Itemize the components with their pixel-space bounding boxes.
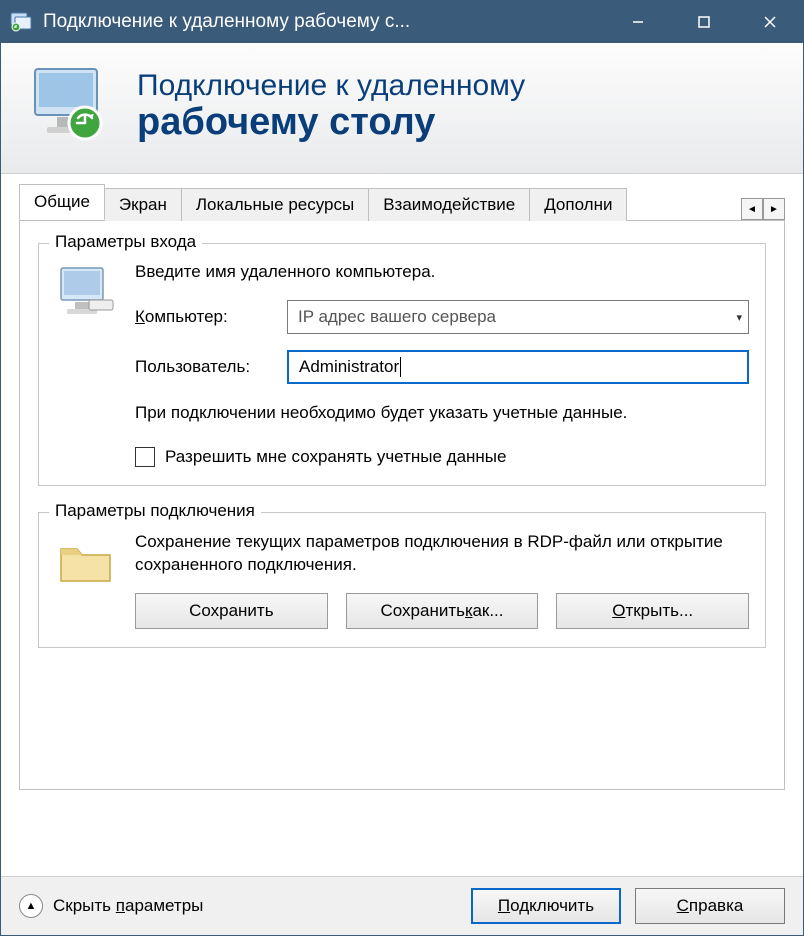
connection-settings-group: Параметры подключения Сохранение текущих… bbox=[38, 512, 766, 648]
computer-combobox[interactable]: IP адрес вашего сервера ▾ bbox=[287, 300, 749, 334]
minimize-button[interactable] bbox=[605, 1, 671, 43]
tab-advanced[interactable]: Дополни bbox=[530, 188, 627, 221]
computer-label: Компьютер: bbox=[135, 307, 275, 327]
save-as-button[interactable]: Сохранить как... bbox=[346, 593, 539, 629]
header: Подключение к удаленному рабочему столу bbox=[1, 43, 803, 174]
chevron-down-icon: ▾ bbox=[736, 311, 742, 324]
login-settings-group: Параметры входа Введите имя удаленного к… bbox=[38, 243, 766, 486]
login-instruction: Введите имя удаленного компьютера. bbox=[135, 262, 749, 282]
username-value: Administrator bbox=[299, 357, 399, 377]
username-field[interactable]: Administrator bbox=[287, 350, 749, 384]
header-title-group: Подключение к удаленному рабочему столу bbox=[137, 69, 525, 144]
tab-scroll-right[interactable]: ► bbox=[763, 198, 785, 220]
close-button[interactable] bbox=[737, 1, 803, 43]
rdp-logo-icon bbox=[25, 61, 115, 151]
bottom-bar: ▲ Скрыть параметры Подключить Справка bbox=[1, 876, 803, 935]
collapse-options-button[interactable]: ▲ bbox=[19, 894, 43, 918]
connection-description: Сохранение текущих параметров подключени… bbox=[135, 531, 749, 577]
rdp-window: Подключение к удаленному рабочему с... bbox=[0, 0, 804, 936]
window-controls bbox=[605, 1, 803, 43]
tab-general[interactable]: Общие bbox=[19, 184, 105, 220]
app-icon bbox=[9, 10, 33, 34]
folder-icon bbox=[55, 531, 117, 629]
connect-button[interactable]: Подключить bbox=[471, 888, 621, 924]
tab-area: Общие Экран Локальные ресурсы Взаимодейс… bbox=[1, 174, 803, 790]
tab-content: Параметры входа Введите имя удаленного к… bbox=[19, 220, 785, 790]
username-label: Пользователь: bbox=[135, 357, 275, 377]
computer-value: IP адрес вашего сервера bbox=[298, 307, 736, 327]
tab-row: Общие Экран Локальные ресурсы Взаимодейс… bbox=[19, 186, 785, 220]
text-caret bbox=[400, 357, 401, 377]
computer-icon bbox=[55, 262, 117, 467]
maximize-button[interactable] bbox=[671, 1, 737, 43]
open-button[interactable]: Открыть... bbox=[556, 593, 749, 629]
tab-local-resources[interactable]: Локальные ресурсы bbox=[182, 188, 369, 221]
tab-scroll-buttons: ◄ ► bbox=[741, 198, 785, 220]
tab-display[interactable]: Экран bbox=[105, 188, 182, 221]
credentials-note: При подключении необходимо будет указать… bbox=[135, 402, 749, 425]
window-title: Подключение к удаленному рабочему с... bbox=[43, 11, 605, 33]
save-credentials-label: Разрешить мне сохранять учетные данные bbox=[165, 447, 506, 467]
save-credentials-checkbox[interactable] bbox=[135, 447, 155, 467]
header-line2: рабочему столу bbox=[137, 102, 525, 144]
connection-group-legend: Параметры подключения bbox=[49, 501, 261, 521]
header-line1: Подключение к удаленному bbox=[137, 69, 525, 102]
login-group-legend: Параметры входа bbox=[49, 232, 202, 252]
titlebar: Подключение к удаленному рабочему с... bbox=[1, 1, 803, 43]
tab-experience[interactable]: Взаимодействие bbox=[369, 188, 530, 221]
save-button[interactable]: Сохранить bbox=[135, 593, 328, 629]
hide-options-link[interactable]: Скрыть параметры bbox=[53, 896, 203, 916]
save-credentials-row[interactable]: Разрешить мне сохранять учетные данные bbox=[135, 447, 749, 467]
tab-scroll-left[interactable]: ◄ bbox=[741, 198, 763, 220]
help-button[interactable]: Справка bbox=[635, 888, 785, 924]
